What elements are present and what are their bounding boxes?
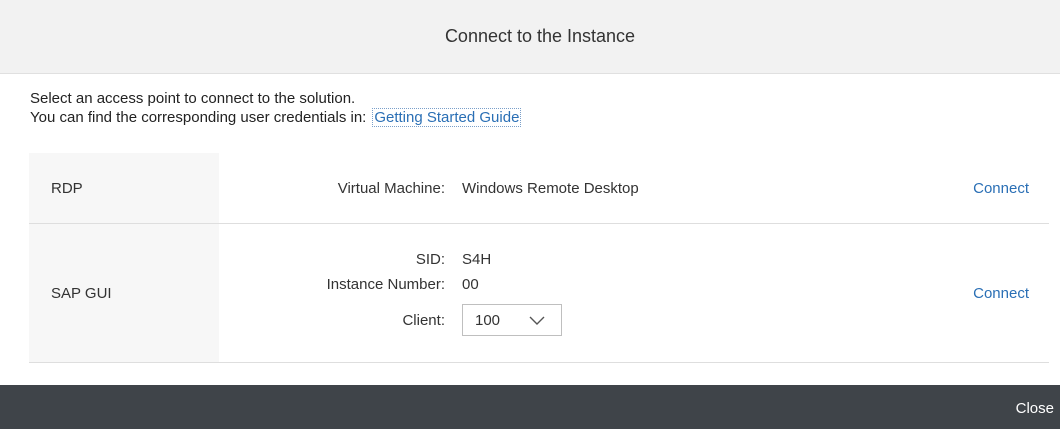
sap-gui-connect-link[interactable]: Connect [973,284,1029,303]
dialog-title: Connect to the Instance [444,26,636,46]
access-point-row-rdp: RDP Virtual Machine: Windows Remote Desk… [29,153,1049,224]
sid-label: SID: [415,251,445,268]
chevron-down-icon [529,316,545,325]
instance-number-label: Instance Number: [326,276,445,293]
instance-number-value: 00 [462,276,479,293]
virtual-machine-value: Windows Remote Desktop [462,180,639,197]
connect-dialog: Connect to the Instance Select an access… [0,0,1060,429]
dialog-header: Connect to the Instance [0,0,1060,74]
intro-text: Select an access point to connect to the… [30,89,522,127]
client-select-value: 100 [475,312,501,329]
client-select[interactable]: 100 [462,304,562,336]
virtual-machine-label: Virtual Machine: [337,180,445,197]
client-label: Client: [402,312,445,329]
getting-started-guide-link[interactable]: Getting Started Guide [372,108,522,127]
intro-line-2: You can find the corresponding user cred… [30,108,522,127]
access-point-row-sap-gui: SAP GUI SID: S4H Instance Number: 00 Cli… [29,224,1049,363]
intro-line-1: Select an access point to connect to the… [30,90,356,107]
access-point-list: RDP Virtual Machine: Windows Remote Desk… [29,153,1049,363]
close-button[interactable]: Close [1016,399,1054,418]
access-point-name: SAP GUI [51,285,112,302]
rdp-connect-link[interactable]: Connect [973,179,1029,198]
sid-value: S4H [462,251,492,268]
access-point-name: RDP [51,180,83,197]
credentials-text: You can find the corresponding user cred… [30,109,367,126]
dialog-footer: Close [0,385,1060,429]
